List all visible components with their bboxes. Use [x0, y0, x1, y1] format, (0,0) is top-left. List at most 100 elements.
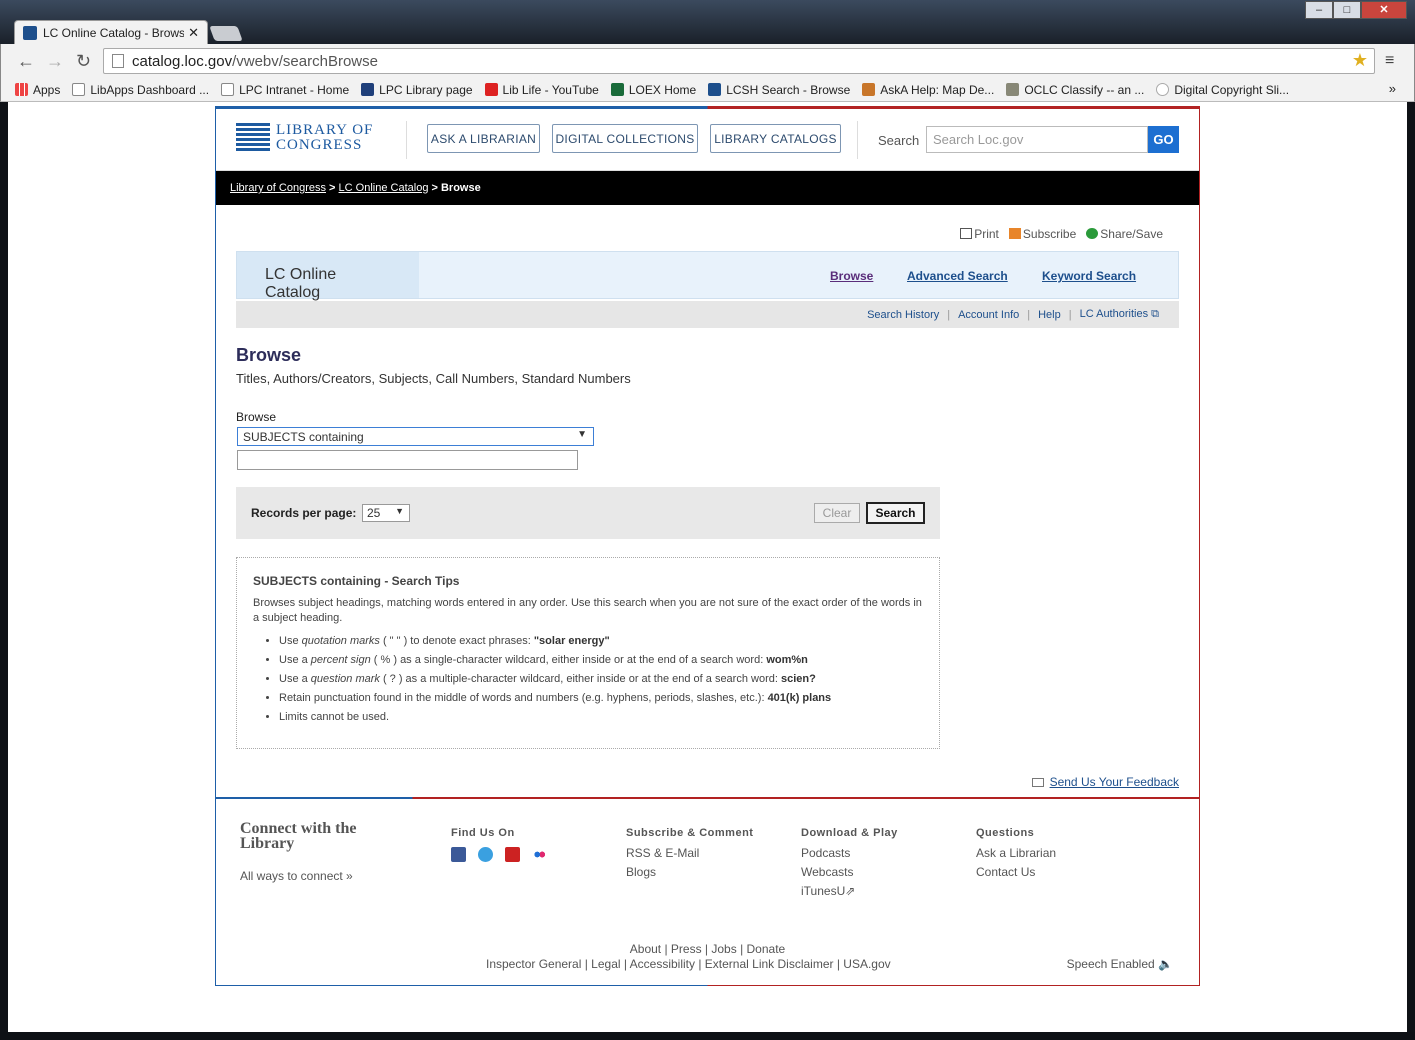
tip-item: Use quotation marks ( " " ) to denote ex… [279, 635, 923, 647]
find-us-column: Find Us On [451, 824, 547, 862]
breadcrumb-loc[interactable]: Library of Congress [230, 182, 326, 194]
bookmark-lcsh[interactable]: LCSH Search - Browse [708, 83, 850, 97]
bookmark-libapps[interactable]: LibApps Dashboard ... [72, 83, 209, 97]
tab-strip: LC Online Catalog - Brows ✕ – □ ✕ [0, 0, 1415, 45]
tip-item: Retain punctuation found in the middle o… [279, 692, 923, 704]
loc-logo-mark-icon [236, 123, 270, 153]
ask-librarian-link[interactable]: Ask a Librarian [976, 844, 1056, 863]
footer-divider [216, 797, 1199, 799]
bookmark-oclc[interactable]: OCLC Classify -- an ... [1006, 83, 1144, 97]
tab-title: LC Online Catalog - Brows [43, 26, 185, 40]
tips-description: Browses subject headings, matching words… [253, 597, 922, 624]
window-controls: – □ ✕ [1305, 1, 1407, 19]
dropdown-arrow-icon: ▼ [577, 429, 587, 440]
search-button[interactable]: Search [866, 502, 925, 524]
bookmark-apps[interactable]: Apps [15, 83, 60, 97]
sub-navigation: Search History | Account Info | Help | LC A… [236, 301, 1179, 328]
podcasts-link[interactable]: Podcasts [801, 844, 898, 863]
bookmark-lpc-intranet[interactable]: LPC Intranet - Home [221, 83, 349, 97]
feedback-link[interactable]: Send Us Your Feedback [1031, 775, 1179, 789]
site-header: LIBRARY OF CONGRESS ASK A LIBRARIAN DIGIT… [216, 109, 1199, 171]
site-search-input[interactable]: Search Loc.gov [926, 126, 1148, 153]
browser-toolbar: ← → ↻ catalog.loc.gov/vwebv/searchBrowse… [0, 44, 1415, 78]
bookmark-loex[interactable]: LOEX Home [610, 83, 696, 97]
account-info-link[interactable]: Account Info [958, 309, 1019, 321]
breadcrumb-catalog[interactable]: LC Online Catalog [339, 182, 429, 194]
lc-authorities-link[interactable]: LC Authorities ⧉ [1080, 308, 1159, 321]
reload-icon[interactable]: ↻ [76, 51, 91, 72]
bookmark-aska[interactable]: AskA Help: Map De... [862, 83, 994, 97]
copyright-icon [1156, 83, 1170, 96]
all-ways-link[interactable]: All ways to connect » [240, 869, 353, 883]
webcasts-link[interactable]: Webcasts [801, 863, 898, 882]
rss-icon [1008, 228, 1021, 239]
clear-button[interactable]: Clear [814, 503, 860, 523]
new-window-icon: ⧉ [1151, 308, 1159, 320]
rss-email-link[interactable]: RSS & E-Mail [626, 844, 753, 863]
menu-icon[interactable]: ≡ [1385, 52, 1394, 70]
page-title: Browse [236, 345, 302, 365]
download-column: Download & Play Podcasts Webcasts iTunes… [801, 824, 898, 901]
address-bar[interactable]: catalog.loc.gov/vwebv/searchBrowse ★ [103, 48, 1375, 74]
youtube-icon [484, 83, 498, 96]
maximize-button[interactable]: □ [1333, 1, 1361, 19]
forward-arrow-icon[interactable]: → [46, 51, 64, 72]
share-icon [1086, 228, 1099, 239]
footer-links-primary[interactable]: About | Press | Jobs | Donate [216, 942, 1199, 956]
keyword-search-link[interactable]: Keyword Search [1042, 269, 1136, 283]
tips-title: SUBJECTS containing - Search Tips [253, 574, 460, 588]
loc-icon [708, 83, 722, 96]
browse-type-select[interactable]: SUBJECTS containing ▼ [237, 427, 594, 446]
bookmark-star-icon[interactable]: ★ [1352, 50, 1368, 71]
printer-icon [960, 228, 973, 239]
lpc-icon [361, 83, 375, 96]
page-icon [72, 83, 86, 96]
subscribe-link[interactable]: Subscribe [1008, 227, 1076, 241]
contact-us-link[interactable]: Contact Us [976, 863, 1056, 882]
advanced-search-link[interactable]: Advanced Search [907, 269, 1008, 283]
oclc-icon [1006, 83, 1020, 96]
close-tab-icon[interactable]: ✕ [188, 25, 199, 41]
loc-favicon-icon [23, 26, 37, 40]
more-bookmarks-button[interactable]: » [1389, 81, 1396, 96]
catalog-nav-bar: LC Online Catalog Browse Advanced Search… [236, 251, 1179, 301]
print-link[interactable]: Print [960, 227, 999, 241]
go-button[interactable]: GO [1148, 126, 1179, 153]
speech-enabled-link[interactable]: Speech Enabled 🔈 [1067, 957, 1173, 971]
search-history-link[interactable]: Search History [867, 309, 939, 321]
utility-links: Print Subscribe Share/Save [960, 227, 1163, 241]
minimize-button[interactable]: – [1305, 1, 1333, 19]
ask-librarian-button[interactable]: ASK A LIBRARIAN [427, 124, 540, 153]
page-icon [112, 54, 124, 68]
search-options-bar: Records per page: 25 ▼ Clear Search [236, 487, 940, 539]
bookmark-youtube[interactable]: Lib Life - YouTube [484, 83, 599, 97]
bookmark-copyright[interactable]: Digital Copyright Sli... [1156, 83, 1289, 97]
share-link[interactable]: Share/Save [1086, 227, 1163, 241]
flickr-icon[interactable] [532, 847, 547, 862]
bookmark-lpc-library[interactable]: LPC Library page [361, 83, 473, 97]
twitter-icon[interactable] [478, 847, 493, 862]
loex-icon [610, 83, 624, 96]
breadcrumb: Library of Congress > LC Online Catalog … [216, 171, 1199, 205]
search-label: Search [878, 133, 920, 148]
records-per-page-select[interactable]: 25 ▼ [362, 504, 410, 522]
records-per-page-label: Records per page: [251, 506, 357, 520]
loc-logo[interactable]: LIBRARY OF CONGRESS [236, 123, 373, 153]
youtube-icon[interactable] [505, 847, 520, 862]
tip-item: Limits cannot be used. [279, 711, 923, 723]
browse-term-input[interactable] [237, 450, 578, 470]
browser-tab[interactable]: LC Online Catalog - Brows ✕ [14, 20, 208, 45]
close-window-button[interactable]: ✕ [1361, 1, 1407, 19]
catalog-name: LC Online Catalog [237, 252, 419, 301]
footer-links-secondary[interactable]: Inspector General | Legal | Accessibilit… [486, 957, 891, 971]
blogs-link[interactable]: Blogs [626, 863, 753, 882]
browse-link[interactable]: Browse [830, 269, 873, 283]
back-arrow-icon[interactable]: ← [17, 51, 35, 72]
itunesu-link[interactable]: iTunesU⇗ [801, 882, 898, 901]
facebook-icon[interactable] [451, 847, 466, 862]
library-catalogs-button[interactable]: LIBRARY CATALOGS [710, 124, 841, 153]
help-link[interactable]: Help [1038, 309, 1061, 321]
digital-collections-button[interactable]: DIGITAL COLLECTIONS [552, 124, 698, 153]
new-tab-button[interactable] [209, 26, 243, 41]
page-icon [221, 83, 235, 96]
